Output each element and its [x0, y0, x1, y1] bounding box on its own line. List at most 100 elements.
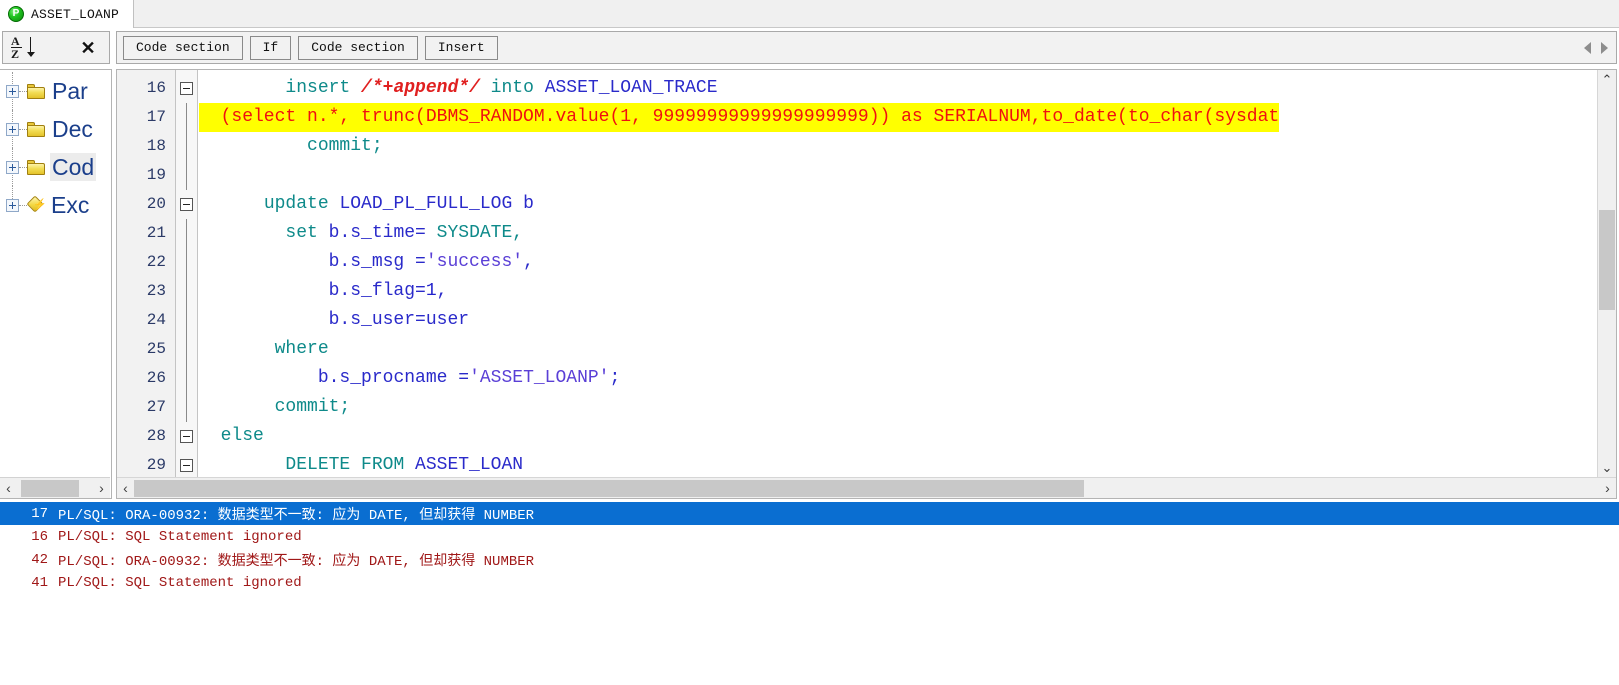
- editor-vertical-scrollbar[interactable]: ⌃ ⌄: [1597, 70, 1616, 477]
- code-token: 1: [425, 281, 437, 301]
- tree-expander-plus-icon[interactable]: [6, 122, 19, 136]
- editor-scroll-track[interactable]: [134, 479, 1599, 498]
- nav-left-icon[interactable]: [1584, 41, 1591, 54]
- tab-title: ASSET_LOANP: [31, 6, 120, 22]
- tree-expander-plus-icon[interactable]: [6, 84, 19, 98]
- code-line[interactable]: 16 insert /*+append*/ into ASSET_LOAN_TR…: [117, 74, 1597, 103]
- editor-horizontal-scrollbar[interactable]: ‹ ›: [117, 477, 1616, 498]
- code-token: into: [479, 78, 545, 98]
- code-line-text: b.s_flag=1,: [199, 277, 448, 306]
- line-number: 27: [146, 398, 166, 416]
- code-token: b.s_msg =: [328, 252, 426, 272]
- fold-guide-line: [186, 103, 187, 132]
- code-token: b.s_user=user: [328, 310, 470, 330]
- main-split: Par Dec Cod ⚡ Exc ‹ › 16 insert /*+append*/ …: [0, 69, 1619, 499]
- fold-toggle-icon[interactable]: [180, 82, 193, 95]
- fold-toggle-icon[interactable]: [180, 430, 193, 443]
- code-line[interactable]: 25 where: [117, 335, 1597, 364]
- code-line-text: insert /*+append*/ into ASSET_LOAN_TRACE: [199, 74, 717, 103]
- code-line[interactable]: 27 commit;: [117, 393, 1597, 422]
- editor-scroll-left-icon[interactable]: ‹: [117, 479, 134, 498]
- tab-asset-loanp[interactable]: ASSET_LOANP: [0, 0, 135, 28]
- code-token: ;: [609, 368, 621, 388]
- code-line-text: where: [199, 335, 329, 364]
- tree-expander-plus-icon[interactable]: [6, 198, 19, 212]
- code-line[interactable]: 20 update LOAD_PL_FULL_LOG b: [117, 190, 1597, 219]
- close-icon: ✕: [80, 37, 96, 58]
- code-token: commit;: [307, 136, 383, 156]
- toolbar-nav-group: [1584, 41, 1608, 54]
- line-number: 21: [146, 224, 166, 242]
- code-token: ,: [523, 252, 534, 272]
- tree-toolbar: AZ ✕: [2, 31, 110, 64]
- compiler-error-list[interactable]: 17 PL/SQL: ORA-00932: 数据类型不一致: 应为 DATE, 但…: [0, 502, 1619, 685]
- code-token: b.s_time=: [328, 223, 437, 243]
- code-line-text: b.s_msg ='success',: [199, 248, 534, 277]
- procedure-icon: [8, 6, 24, 22]
- code-line[interactable]: 22 b.s_msg ='success',: [117, 248, 1597, 277]
- code-line[interactable]: 21 set b.s_time= SYSDATE,: [117, 219, 1597, 248]
- editor-hscroll-thumb[interactable]: [134, 479, 1084, 497]
- error-line-number: 41: [31, 574, 48, 591]
- code-line[interactable]: 19: [117, 161, 1597, 190]
- tree-expander-plus-icon[interactable]: [6, 160, 19, 174]
- code-line[interactable]: 23 b.s_flag=1,: [117, 277, 1597, 306]
- error-row[interactable]: 42 PL/SQL: ORA-00932: 数据类型不一致: 应为 DATE, 但…: [0, 548, 1619, 571]
- code-line[interactable]: 24 b.s_user=user: [117, 306, 1597, 335]
- code-line[interactable]: 28 else: [117, 422, 1597, 451]
- editor-scroll-down-icon[interactable]: ⌄: [1598, 458, 1616, 477]
- code-token: ,: [436, 281, 448, 301]
- object-tree-panel: Par Dec Cod ⚡ Exc ‹ ›: [0, 69, 112, 499]
- fold-guide-line: [186, 248, 187, 277]
- fold-guide-line: [186, 393, 187, 422]
- error-message: PL/SQL: ORA-00932: 数据类型不一致: 应为 DATE, 但却获…: [58, 507, 535, 524]
- tree-item-cod[interactable]: Cod: [0, 148, 110, 186]
- error-line-number: 42: [31, 551, 48, 568]
- toolbar-button-code-section-2[interactable]: Code section: [298, 35, 418, 60]
- editor-scroll-up-icon[interactable]: ⌃: [1598, 70, 1616, 89]
- tree-scroll-thumb[interactable]: [21, 479, 79, 497]
- tree-horizontal-scrollbar[interactable]: ‹ ›: [0, 477, 110, 498]
- toolbar-button-if[interactable]: If: [249, 35, 292, 60]
- line-number: 20: [146, 195, 166, 213]
- close-button[interactable]: ✕: [76, 35, 100, 61]
- code-line[interactable]: 17 (select n.*, trunc(DBMS_RANDOM.value(…: [117, 103, 1597, 132]
- code-line-text: (select n.*, trunc(DBMS_RANDOM.value(1, …: [199, 103, 1280, 132]
- toolbar-button-insert[interactable]: Insert: [424, 35, 498, 60]
- fold-toggle-icon[interactable]: [180, 198, 193, 211]
- code-token: set: [285, 223, 329, 243]
- fold-guide-line: [186, 364, 187, 393]
- nav-right-icon[interactable]: [1601, 41, 1608, 54]
- code-line-text: b.s_procname ='ASSET_LOANP';: [199, 364, 620, 393]
- error-row[interactable]: 41 PL/SQL: SQL Statement ignored: [0, 571, 1619, 594]
- error-message: PL/SQL: ORA-00932: 数据类型不一致: 应为 DATE, 但却获…: [58, 553, 535, 570]
- sort-az-button[interactable]: AZ: [9, 35, 35, 61]
- tree-scroll-track[interactable]: [17, 479, 93, 498]
- tree-item-par[interactable]: Par: [0, 72, 110, 110]
- line-number: 28: [146, 427, 166, 445]
- tree-scroll-left-icon[interactable]: ‹: [0, 479, 17, 498]
- folder-icon: [27, 83, 45, 99]
- code-line[interactable]: 26 b.s_procname ='ASSET_LOANP';: [117, 364, 1597, 393]
- tree-item-exc[interactable]: ⚡ Exc: [0, 186, 110, 224]
- fold-toggle-icon[interactable]: [180, 459, 193, 472]
- error-row[interactable]: 17 PL/SQL: ORA-00932: 数据类型不一致: 应为 DATE, 但…: [0, 502, 1619, 525]
- editor-scroll-right-icon[interactable]: ›: [1599, 479, 1616, 498]
- code-area[interactable]: 16 insert /*+append*/ into ASSET_LOAN_TR…: [117, 70, 1597, 477]
- line-number: 16: [146, 79, 166, 97]
- tree-item-dec[interactable]: Dec: [0, 110, 110, 148]
- code-line[interactable]: 29 DELETE FROM ASSET_LOAN: [117, 451, 1597, 477]
- tree-item-label: Exc: [51, 192, 90, 218]
- tree-scroll-right-icon[interactable]: ›: [93, 479, 110, 498]
- code-line-text: b.s_user=user: [199, 306, 469, 335]
- error-row[interactable]: 16 PL/SQL: SQL Statement ignored: [0, 525, 1619, 548]
- code-token: else: [220, 426, 264, 446]
- code-token: ASSET_LOAN: [415, 455, 524, 475]
- code-lines[interactable]: 16 insert /*+append*/ into ASSET_LOAN_TR…: [117, 70, 1597, 477]
- code-line-text: update LOAD_PL_FULL_LOG b: [199, 190, 534, 219]
- toolbar-button-code-section-1[interactable]: Code section: [123, 35, 243, 60]
- code-line[interactable]: 18 commit;: [117, 132, 1597, 161]
- editor-vscroll-thumb[interactable]: [1599, 210, 1615, 310]
